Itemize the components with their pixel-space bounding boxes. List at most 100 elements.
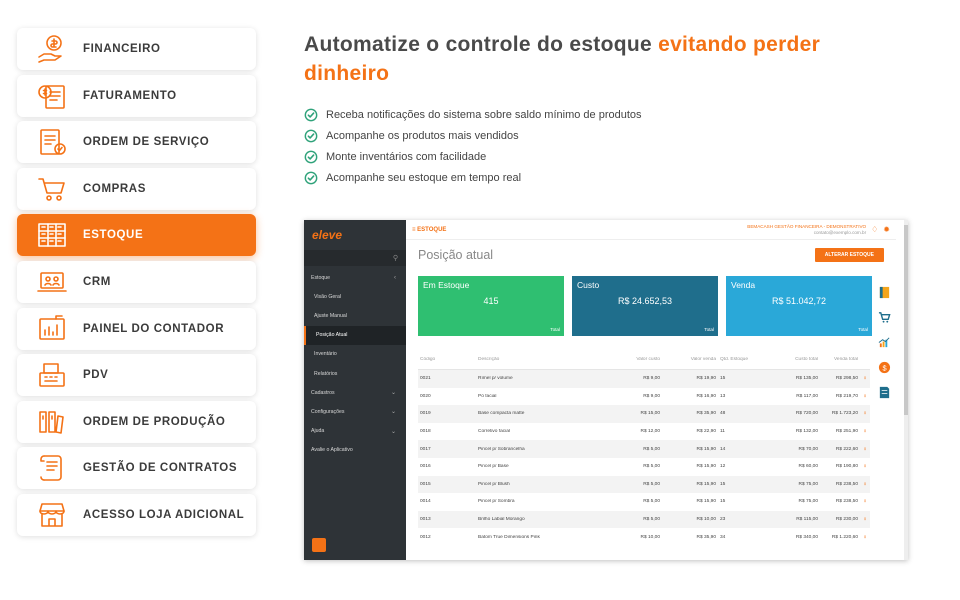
chevron-icon: ⌄ bbox=[390, 409, 396, 416]
feature-text: Acompanhe os produtos mais vendidos bbox=[326, 129, 519, 142]
coin-icon[interactable]: $ bbox=[878, 361, 891, 374]
table-cell: R$ 238,50 bbox=[835, 499, 858, 505]
row-menu-icon[interactable]: ⋮ bbox=[860, 394, 870, 399]
table-cell: Pincel p/ Blush bbox=[478, 481, 510, 487]
row-menu-icon[interactable]: ⋮ bbox=[860, 429, 870, 434]
column-header[interactable]: Qtd. Estoque bbox=[718, 357, 768, 362]
table-cell: 0013 bbox=[420, 517, 431, 523]
app-nav-item[interactable]: Inventário bbox=[304, 345, 406, 364]
chevron-icon: ‹ bbox=[394, 274, 396, 281]
table-row[interactable]: 0019 Base compacta matte R$ 15,00 R$ 35,90 4… bbox=[418, 405, 870, 423]
scrollbar[interactable] bbox=[904, 220, 908, 560]
table-cell: 15 bbox=[720, 481, 726, 487]
app-nav-item[interactable]: Ajuda ⌄ bbox=[304, 422, 406, 441]
column-header[interactable]: Código bbox=[418, 357, 476, 362]
row-menu-icon[interactable]: ⋮ bbox=[860, 482, 870, 487]
column-header[interactable]: Venda total bbox=[820, 357, 860, 362]
menu-item-crm[interactable]: CRM bbox=[17, 260, 256, 303]
scrollbar-thumb[interactable] bbox=[904, 225, 908, 415]
invoice-icon bbox=[35, 79, 69, 113]
table-cell: 15 bbox=[720, 499, 726, 505]
app-logo: eleve bbox=[312, 228, 343, 242]
module-title[interactable]: ≡ ESTOQUE bbox=[412, 227, 446, 233]
row-menu-icon[interactable]: ⋮ bbox=[860, 535, 870, 540]
table-row[interactable]: 0018 Corretivo facial R$ 12,00 R$ 22,90 11 R$… bbox=[418, 423, 870, 441]
crm-laptop-icon bbox=[35, 265, 69, 299]
app-nav-item[interactable]: Ajuste Manual bbox=[304, 306, 406, 325]
table-cell: Pincel p/ Sombra bbox=[478, 499, 515, 505]
row-menu-icon[interactable]: ⋮ bbox=[860, 447, 870, 452]
table-row[interactable]: 0016 Pincel p/ Base R$ 5,00 R$ 15,90 12 R$ 60… bbox=[418, 458, 870, 476]
menu-item-painel-do-contador[interactable]: PAINEL DO CONTADOR bbox=[17, 307, 256, 350]
money-hand-icon bbox=[35, 32, 69, 66]
table-row[interactable]: 0017 Pincel p/ Sobrancelha R$ 5,00 R$ 15,90… bbox=[418, 440, 870, 458]
column-header[interactable]: Valor venda bbox=[662, 357, 718, 362]
service-order-icon bbox=[35, 125, 69, 159]
bar-chart-icon[interactable] bbox=[878, 336, 891, 349]
check-circle-icon bbox=[304, 150, 318, 163]
summary-card: Em Estoque 415 Total bbox=[418, 276, 564, 336]
table-row[interactable]: 0021 Rímel p/ volume R$ 9,00 R$ 19,90 15 R$ 1… bbox=[418, 370, 870, 388]
app-nav-label: Ajuste Manual bbox=[314, 312, 347, 319]
column-header[interactable]: Descrição bbox=[476, 357, 602, 362]
app-nav-item[interactable]: Visão Geral bbox=[304, 287, 406, 306]
menu-item-acesso-loja-adicional[interactable]: ACESSO LOJA ADICIONAL bbox=[17, 493, 256, 536]
app-nav-item[interactable]: Estoque ‹ bbox=[304, 268, 406, 287]
summary-card: Venda R$ 51.042,72 Total bbox=[726, 276, 872, 336]
table-row[interactable]: 0014 Pincel p/ Sombra R$ 5,00 R$ 15,90 15 R$ … bbox=[418, 493, 870, 511]
table-cell: R$ 15,90 bbox=[696, 481, 716, 487]
menu-item-financeiro[interactable]: FINANCEIRO bbox=[17, 28, 256, 70]
chat-icon[interactable] bbox=[312, 538, 326, 552]
stock-shelves-icon bbox=[35, 218, 69, 252]
table-row[interactable]: 0015 Pincel p/ Blush R$ 5,00 R$ 15,90 15 R$ 7… bbox=[418, 475, 870, 494]
app-search-icon[interactable]: ⚲ bbox=[304, 250, 406, 266]
menu-item-ordem-de-producao[interactable]: ORDEM DE PRODUÇÃO bbox=[17, 400, 256, 443]
book-icon[interactable] bbox=[878, 286, 891, 299]
card-footer: Total bbox=[858, 327, 868, 332]
menu-item-gestao-de-contratos[interactable]: GESTÃO DE CONTRATOS bbox=[17, 447, 256, 490]
table-cell: R$ 35,90 bbox=[696, 534, 716, 540]
table-row[interactable]: 0020 Pó facial R$ 9,00 R$ 16,90 13 R$ 117,00 R… bbox=[418, 388, 870, 406]
table-cell: R$ 12,00 bbox=[640, 429, 660, 435]
table-cell: 15 bbox=[720, 376, 726, 382]
row-menu-icon[interactable]: ⋮ bbox=[860, 411, 870, 416]
table-cell: R$ 9,00 bbox=[643, 393, 660, 399]
app-nav-item[interactable]: Relatórios bbox=[304, 364, 406, 383]
table-cell: 23 bbox=[720, 517, 726, 523]
row-menu-icon[interactable]: ⋮ bbox=[860, 464, 870, 469]
menu-item-estoque[interactable]: ESTOQUE bbox=[17, 214, 256, 257]
column-header[interactable]: Valor custo bbox=[602, 357, 662, 362]
app-nav-item[interactable]: Posição Atual bbox=[304, 325, 406, 345]
menu-item-ordem-de-servico[interactable]: ORDEM DE SERVIÇO bbox=[17, 121, 256, 164]
table-row[interactable]: 0012 Batom True Dimensions Pink R$ 10,00 R$… bbox=[418, 528, 870, 546]
bell-icon[interactable]: ♢ bbox=[871, 225, 878, 234]
gear-icon[interactable]: ✹ bbox=[883, 225, 890, 234]
app-nav-label: Cadastros bbox=[311, 389, 335, 396]
app-nav-label: Inventário bbox=[314, 351, 337, 358]
document-icon[interactable] bbox=[878, 386, 891, 399]
card-title: Venda bbox=[731, 280, 756, 290]
column-header[interactable]: Custo total bbox=[768, 357, 820, 362]
table-row[interactable]: 0013 Brilho Labial Morango R$ 5,00 R$ 10,00… bbox=[418, 510, 870, 529]
row-menu-icon[interactable]: ⋮ bbox=[860, 517, 870, 522]
page-title: Posição atual bbox=[418, 248, 494, 262]
check-circle-icon bbox=[304, 108, 318, 121]
app-nav-item[interactable]: Configurações ⌄ bbox=[304, 402, 406, 421]
app-nav-label: Avalie o Aplicativo bbox=[311, 447, 353, 454]
table-cell: R$ 720,00 bbox=[795, 411, 818, 417]
row-menu-icon[interactable]: ⋮ bbox=[860, 499, 870, 504]
row-menu-icon[interactable]: ⋮ bbox=[860, 376, 870, 381]
cart-icon[interactable] bbox=[878, 311, 891, 324]
menu-item-label: COMPRAS bbox=[83, 182, 146, 195]
table-cell: R$ 60,00 bbox=[798, 464, 818, 470]
menu-item-label: FATURAMENTO bbox=[83, 89, 177, 102]
app-nav-item[interactable]: Cadastros ⌄ bbox=[304, 383, 406, 402]
company-info: BEMACASH GESTÃO FINANCEIRA - DEMONSTRATI… bbox=[747, 224, 866, 236]
alter-stock-button[interactable]: ALTERAR ESTOQUE bbox=[814, 248, 884, 262]
menu-item-compras[interactable]: COMPRAS bbox=[17, 167, 256, 210]
menu-item-faturamento[interactable]: FATURAMENTO bbox=[17, 74, 256, 117]
app-nav-item[interactable]: Avalie o Aplicativo bbox=[304, 441, 406, 460]
menu-item-pdv[interactable]: PDV bbox=[17, 354, 256, 397]
summary-cards: Em Estoque 415 Total Custo R$ 24.652,53 Total… bbox=[406, 276, 896, 336]
menu-item-label: ESTOQUE bbox=[83, 229, 144, 242]
